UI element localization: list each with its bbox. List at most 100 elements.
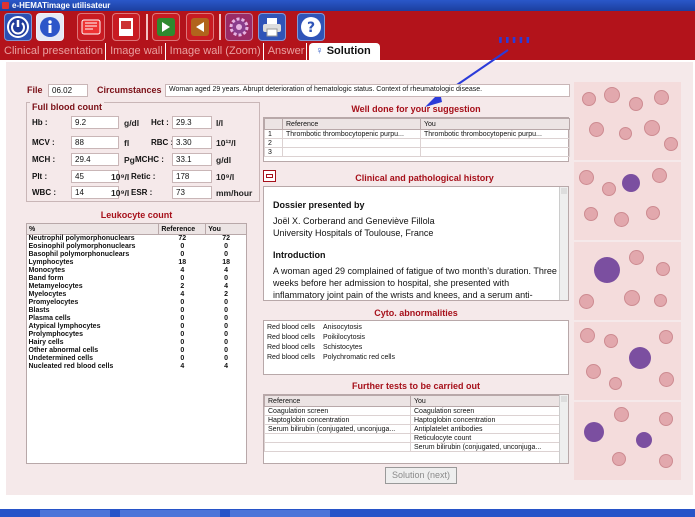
plt-unit: 10⁹/l xyxy=(111,172,130,182)
history-affiliation: University Hospitals of Toulouse, France xyxy=(273,228,434,238)
wbc-label: WBC : xyxy=(32,188,56,197)
thumbnail-image[interactable] xyxy=(574,322,681,400)
retic-unit: 10⁹/l xyxy=(216,172,235,182)
suggestion-table-box: Reference You 1 Thrombotic thrombocytopen… xyxy=(263,117,570,162)
table-row: Band form 0 0 xyxy=(27,275,247,283)
table-row: Plasma cells 0 0 xyxy=(27,315,247,323)
cell-you: Serum bilirubin (conjugated, unconjuga..… xyxy=(410,442,561,452)
table-row[interactable]: 2 xyxy=(264,138,570,148)
cell-you: 0 xyxy=(224,251,229,258)
cell-reference: 0 xyxy=(180,243,185,250)
col-header-you: You xyxy=(420,118,570,130)
suggestion-table: Reference You 1 Thrombotic thrombocytopen… xyxy=(264,118,570,157)
hct-field: 29.3 xyxy=(172,116,212,129)
book-icon[interactable] xyxy=(77,13,105,41)
tab-image-wall[interactable]: Image wall xyxy=(106,43,166,60)
hct-label: Hct : xyxy=(151,118,169,127)
col-header-index xyxy=(264,118,283,130)
table-row[interactable]: 1 Thrombotic thrombocytopenic purpu... Thr… xyxy=(264,129,570,139)
table-row: Lymphocytes 18 18 xyxy=(27,259,247,267)
info-icon[interactable] xyxy=(36,13,64,41)
cell-reference: 0 xyxy=(180,323,185,330)
printer-icon[interactable] xyxy=(258,13,286,41)
cell-reference: 0 xyxy=(180,331,185,338)
cell-you: 4 xyxy=(224,283,229,290)
circumstances-label: Circumstances xyxy=(97,85,162,95)
file-field: 06.02 xyxy=(48,84,88,97)
cell-reference xyxy=(282,138,421,148)
table-row[interactable]: Serum bilirubin (conjugated, unconjuga..… xyxy=(264,424,561,434)
hct-unit: l/l xyxy=(216,118,224,128)
cell-label: Nucleated red blood cells xyxy=(28,363,114,370)
tab-solution[interactable]: ♀ Solution xyxy=(309,43,380,60)
cell-label: Plasma cells xyxy=(28,315,71,322)
tests-table: Reference You Coagulation screen Coagulat… xyxy=(264,395,561,452)
esr-unit: mm/hour xyxy=(216,188,253,198)
cell-you: 0 xyxy=(224,243,229,250)
mch-label: MCH : xyxy=(32,155,56,164)
tab-solution-label: Solution xyxy=(326,45,371,57)
cell-reference xyxy=(264,433,411,443)
thumbnail-image[interactable] xyxy=(574,242,681,320)
history-heading-intro: Introduction xyxy=(273,250,326,260)
history-scrollbar[interactable] xyxy=(559,187,568,300)
cell-reference: 0 xyxy=(180,307,185,314)
table-row[interactable]: 3 xyxy=(264,147,570,157)
collapse-icon[interactable] xyxy=(263,170,276,182)
table-row[interactable]: Haptoglobin concentration Haptoglobin con… xyxy=(264,415,561,425)
settings-icon[interactable] xyxy=(225,13,253,41)
print-preview-icon[interactable] xyxy=(112,13,140,41)
cell-you: Antiplatelet antibodies xyxy=(410,424,561,434)
cell-you: 0 xyxy=(224,355,229,362)
table-row: Prolymphocytes 0 0 xyxy=(27,331,247,339)
mchc-field: 33.1 xyxy=(172,153,212,166)
tab-clinical-presentation[interactable]: Clinical presentation xyxy=(0,43,107,60)
cyto-category: Red blood cells xyxy=(267,344,315,351)
taskbar-item[interactable] xyxy=(40,510,110,517)
cell-you: 0 xyxy=(224,307,229,314)
cell-label: Undetermined cells xyxy=(28,355,94,362)
retic-label: Retic : xyxy=(131,172,156,181)
solution-next-button[interactable]: Solution (next) xyxy=(385,467,457,484)
esr-label: ESR : xyxy=(131,188,153,197)
table-row: Hairy cells 0 0 xyxy=(27,339,247,347)
cell-you: 0 xyxy=(224,339,229,346)
rbc-unit: 10¹²/l xyxy=(216,138,236,148)
back-icon[interactable] xyxy=(186,13,214,41)
tests-scrollbar[interactable] xyxy=(559,395,568,463)
tab-answer[interactable]: Answer xyxy=(264,43,308,60)
table-row: Atypical lymphocytes 0 0 xyxy=(27,323,247,331)
thumbnail-image[interactable] xyxy=(574,82,681,160)
history-authors: Joël X. Corberand and Geneviève Fillola xyxy=(273,216,435,226)
thumbnail-image[interactable] xyxy=(574,162,681,240)
cell-label: Band form xyxy=(28,275,64,282)
forward-icon[interactable] xyxy=(152,13,180,41)
window-title: e-HEMATimage utilisateur xyxy=(12,1,111,10)
circumstances-field: Woman aged 29 years. Abrupt deterioratio… xyxy=(165,84,570,97)
help-icon[interactable]: ? xyxy=(297,13,325,41)
table-row[interactable]: Coagulation screen Coagulation screen xyxy=(264,406,561,416)
cell-label: Promyelocytes xyxy=(28,299,79,306)
taskbar-item[interactable] xyxy=(230,510,330,517)
table-row[interactable]: Serum bilirubin (conjugated, unconjuga..… xyxy=(264,442,561,452)
taskbar-item[interactable] xyxy=(120,510,220,517)
power-icon[interactable] xyxy=(4,13,32,41)
retic-field: 178 xyxy=(172,170,212,183)
mcv-unit: fl xyxy=(124,138,130,148)
fbc-title: Full blood count xyxy=(30,102,104,112)
suggestion-title: Well done for your suggestion xyxy=(351,104,481,114)
annotation-arrow xyxy=(425,49,509,107)
cell-reference: 0 xyxy=(180,251,185,258)
table-row[interactable]: Reticulocyte count xyxy=(264,433,561,443)
cell-you: 18 xyxy=(222,259,231,266)
cyto-title: Cyto. abnormalities xyxy=(374,308,458,318)
thumbnail-image[interactable] xyxy=(574,402,681,480)
mcv-field: 88 xyxy=(71,136,119,149)
list-item: Red blood cells Polychromatic red cells xyxy=(267,353,565,363)
cyto-category: Red blood cells xyxy=(267,354,315,361)
tab-image-wall-zoom[interactable]: Image wall (Zoom) xyxy=(166,43,264,60)
file-label: File xyxy=(27,85,43,95)
cell-label: Hairy cells xyxy=(28,339,64,346)
history-textbox: Dossier presented by Joël X. Corberand a… xyxy=(263,186,569,301)
cell-reference: 0 xyxy=(180,355,185,362)
